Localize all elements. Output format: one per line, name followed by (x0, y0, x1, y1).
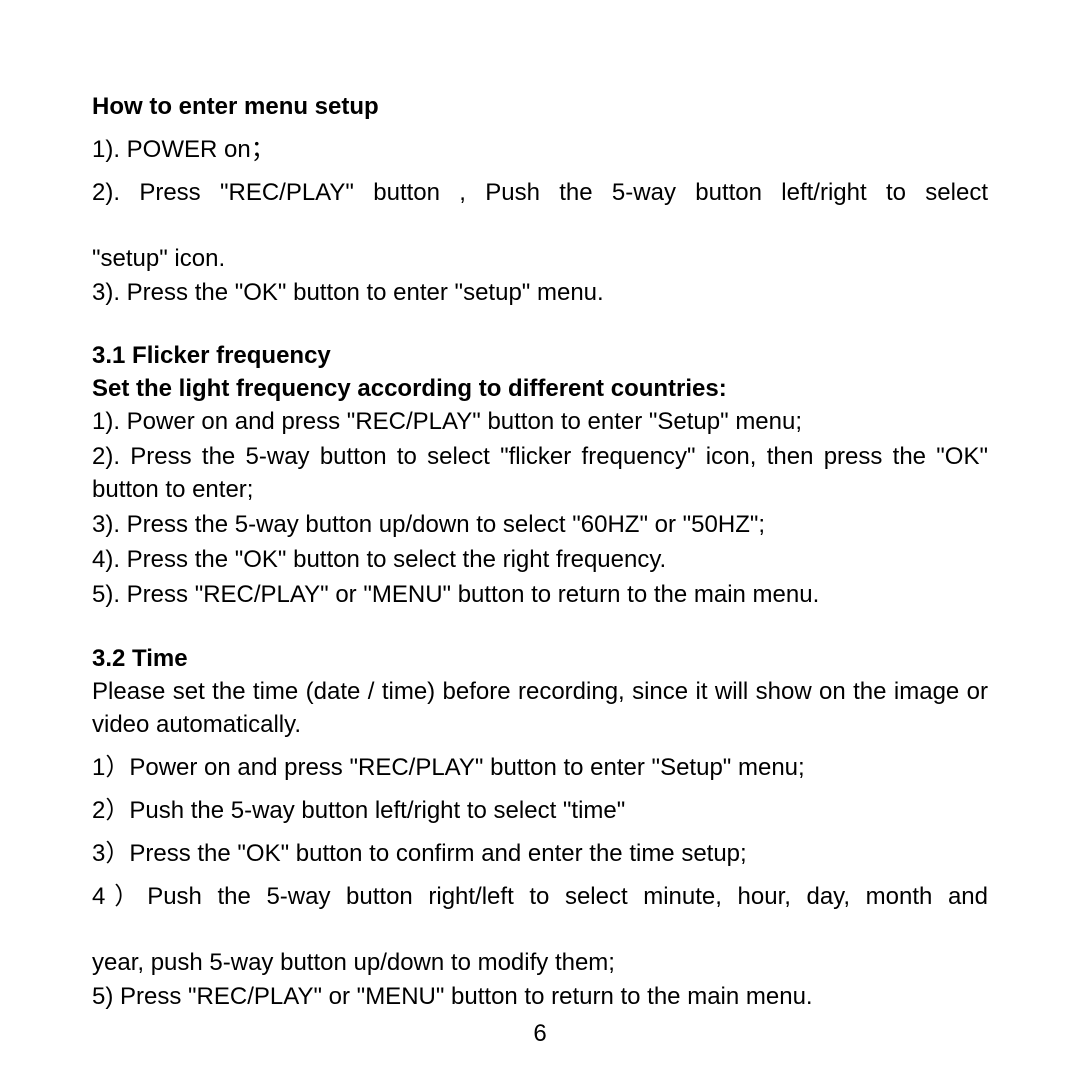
section2-step5: 5). Press "REC/PLAY" or "MENU" button to… (92, 578, 988, 611)
section3-heading: 3.2 Time (92, 642, 988, 675)
section1-step2: 2). Press "REC/PLAY" button , Push the 5… (92, 176, 988, 275)
section3-step4: 4）Push the 5-way button right/left to se… (92, 880, 988, 979)
section3-step3: 3）Press the "OK" button to confirm and e… (92, 837, 988, 870)
section2-heading: 3.1 Flicker frequency (92, 339, 988, 372)
section3-step2: 2）Push the 5-way button left/right to se… (92, 794, 988, 827)
section3-intro: Please set the time (date / time) before… (92, 675, 988, 741)
section3-step5: 5) Press "REC/PLAY" or "MENU" button to … (92, 980, 988, 1013)
section3-step4-line1: 4）Push the 5-way button right/left to se… (92, 880, 988, 946)
section1-heading: How to enter menu setup (92, 90, 988, 123)
section2-step1: 1). Power on and press "REC/PLAY" button… (92, 405, 988, 438)
section1-step3: 3). Press the "OK" button to enter "setu… (92, 276, 988, 309)
section1-step2-line2: "setup" icon. (92, 242, 988, 275)
section3-step4-line2: year, push 5-way button up/down to modif… (92, 946, 988, 979)
section1-step1: 1). POWER on； (92, 133, 988, 166)
section2-step3: 3). Press the 5-way button up/down to se… (92, 508, 988, 541)
page-number: 6 (0, 1020, 1080, 1048)
section3-step1: 1）Power on and press "REC/PLAY" button t… (92, 751, 988, 784)
section2-step2: 2). Press the 5-way button to select "fl… (92, 440, 988, 506)
section1-step2-line1: 2). Press "REC/PLAY" button , Push the 5… (92, 176, 988, 242)
document-content: How to enter menu setup 1). POWER on； 2)… (92, 90, 988, 1013)
section2-subheading: Set the light frequency according to dif… (92, 372, 988, 405)
section2-step4: 4). Press the "OK" button to select the … (92, 543, 988, 576)
